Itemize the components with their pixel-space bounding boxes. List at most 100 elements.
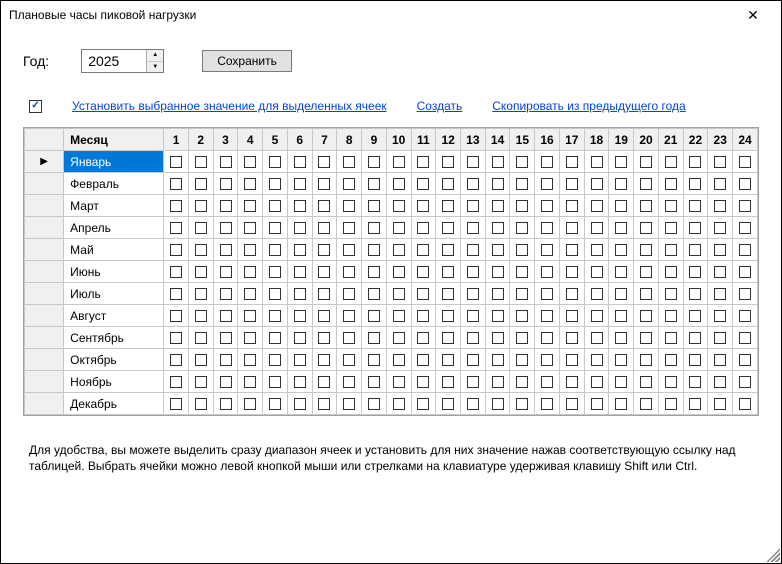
row-selector[interactable]	[25, 283, 64, 305]
hour-cell[interactable]	[263, 305, 288, 327]
hour-checkbox[interactable]	[739, 354, 751, 366]
hour-checkbox[interactable]	[417, 398, 429, 410]
hour-cell[interactable]	[460, 261, 485, 283]
hour-cell[interactable]	[510, 283, 535, 305]
hour-checkbox[interactable]	[516, 266, 528, 278]
hour-checkbox[interactable]	[467, 200, 479, 212]
hour-cell[interactable]	[362, 217, 387, 239]
hour-checkbox[interactable]	[318, 376, 330, 388]
hour-cell[interactable]	[312, 173, 337, 195]
hour-checkbox[interactable]	[714, 156, 726, 168]
hour-cell[interactable]	[164, 239, 189, 261]
year-spinner[interactable]: 2025 ▲ ▼	[81, 49, 164, 73]
hour-checkbox[interactable]	[220, 222, 232, 234]
hour-cell[interactable]	[733, 283, 758, 305]
hour-cell[interactable]	[535, 261, 560, 283]
hour-cell[interactable]	[733, 371, 758, 393]
hour-checkbox[interactable]	[318, 310, 330, 322]
hour-cell[interactable]	[436, 327, 461, 349]
hour-cell[interactable]	[337, 371, 362, 393]
hour-checkbox[interactable]	[566, 376, 578, 388]
hour-checkbox[interactable]	[318, 200, 330, 212]
hour-cell[interactable]	[733, 151, 758, 173]
month-cell[interactable]: Май	[64, 239, 164, 261]
hour-checkbox[interactable]	[343, 156, 355, 168]
hour-checkbox[interactable]	[665, 200, 677, 212]
hour-checkbox[interactable]	[417, 376, 429, 388]
hour-checkbox[interactable]	[368, 178, 380, 190]
hour-checkbox[interactable]	[269, 200, 281, 212]
hour-cell[interactable]	[658, 371, 683, 393]
hour-cell[interactable]	[213, 239, 238, 261]
hour-checkbox[interactable]	[591, 398, 603, 410]
hour-cell[interactable]	[362, 349, 387, 371]
hour-checkbox[interactable]	[591, 266, 603, 278]
hour-checkbox[interactable]	[269, 288, 281, 300]
hour-cell[interactable]	[188, 349, 213, 371]
hour-cell[interactable]	[362, 283, 387, 305]
close-icon[interactable]: ✕	[733, 1, 773, 29]
hour-cell[interactable]	[485, 283, 510, 305]
hour-cell[interactable]	[386, 195, 411, 217]
hour-checkbox[interactable]	[739, 266, 751, 278]
hour-cell[interactable]	[559, 305, 584, 327]
hour-checkbox[interactable]	[417, 266, 429, 278]
hour-checkbox[interactable]	[170, 288, 182, 300]
hour-checkbox[interactable]	[640, 156, 652, 168]
hour-cell[interactable]	[609, 173, 634, 195]
hour-cell[interactable]	[188, 173, 213, 195]
hour-cell[interactable]	[312, 327, 337, 349]
hour-cell[interactable]	[460, 349, 485, 371]
hour-cell[interactable]	[164, 195, 189, 217]
hour-checkbox[interactable]	[591, 354, 603, 366]
hour-cell[interactable]	[559, 173, 584, 195]
hour-cell[interactable]	[609, 151, 634, 173]
hour-checkbox[interactable]	[591, 156, 603, 168]
hour-cell[interactable]	[733, 173, 758, 195]
hour-cell[interactable]	[485, 327, 510, 349]
hour-cell[interactable]	[658, 217, 683, 239]
hour-checkbox[interactable]	[195, 332, 207, 344]
hour-checkbox[interactable]	[220, 156, 232, 168]
hour-cell[interactable]	[213, 393, 238, 415]
hour-checkbox[interactable]	[343, 266, 355, 278]
hour-checkbox[interactable]	[244, 332, 256, 344]
hour-checkbox[interactable]	[467, 222, 479, 234]
hour-checkbox[interactable]	[294, 332, 306, 344]
hour-checkbox[interactable]	[467, 332, 479, 344]
hour-checkbox[interactable]	[714, 376, 726, 388]
hour-checkbox[interactable]	[220, 200, 232, 212]
hour-checkbox[interactable]	[442, 266, 454, 278]
hour-checkbox[interactable]	[393, 266, 405, 278]
hour-checkbox[interactable]	[269, 222, 281, 234]
hour-checkbox[interactable]	[442, 222, 454, 234]
hour-cell[interactable]	[658, 261, 683, 283]
hour-checkbox[interactable]	[516, 354, 528, 366]
hour-cell[interactable]	[337, 195, 362, 217]
hour-cell[interactable]	[436, 349, 461, 371]
hour-checkbox[interactable]	[343, 332, 355, 344]
hour-checkbox[interactable]	[714, 200, 726, 212]
hour-checkbox[interactable]	[541, 200, 553, 212]
row-selector[interactable]	[25, 239, 64, 261]
hour-cell[interactable]	[584, 261, 609, 283]
hour-cell[interactable]	[362, 327, 387, 349]
hour-checkbox[interactable]	[393, 156, 405, 168]
hour-cell[interactable]	[213, 261, 238, 283]
hour-checkbox[interactable]	[170, 310, 182, 322]
hour-checkbox[interactable]	[170, 332, 182, 344]
hour-cell[interactable]	[485, 151, 510, 173]
hour-cell[interactable]	[485, 195, 510, 217]
hour-cell[interactable]	[238, 371, 263, 393]
hour-cell[interactable]	[733, 261, 758, 283]
hour-cell[interactable]	[263, 349, 288, 371]
hour-cell[interactable]	[337, 393, 362, 415]
hour-checkbox[interactable]	[615, 310, 627, 322]
hour-cell[interactable]	[609, 239, 634, 261]
hours-grid[interactable]: Месяц 1234567891011121314151617181920212…	[23, 127, 759, 416]
hour-checkbox[interactable]	[467, 156, 479, 168]
hour-cell[interactable]	[362, 195, 387, 217]
hour-cell[interactable]	[485, 239, 510, 261]
hour-cell[interactable]	[263, 283, 288, 305]
hour-cell[interactable]	[263, 173, 288, 195]
